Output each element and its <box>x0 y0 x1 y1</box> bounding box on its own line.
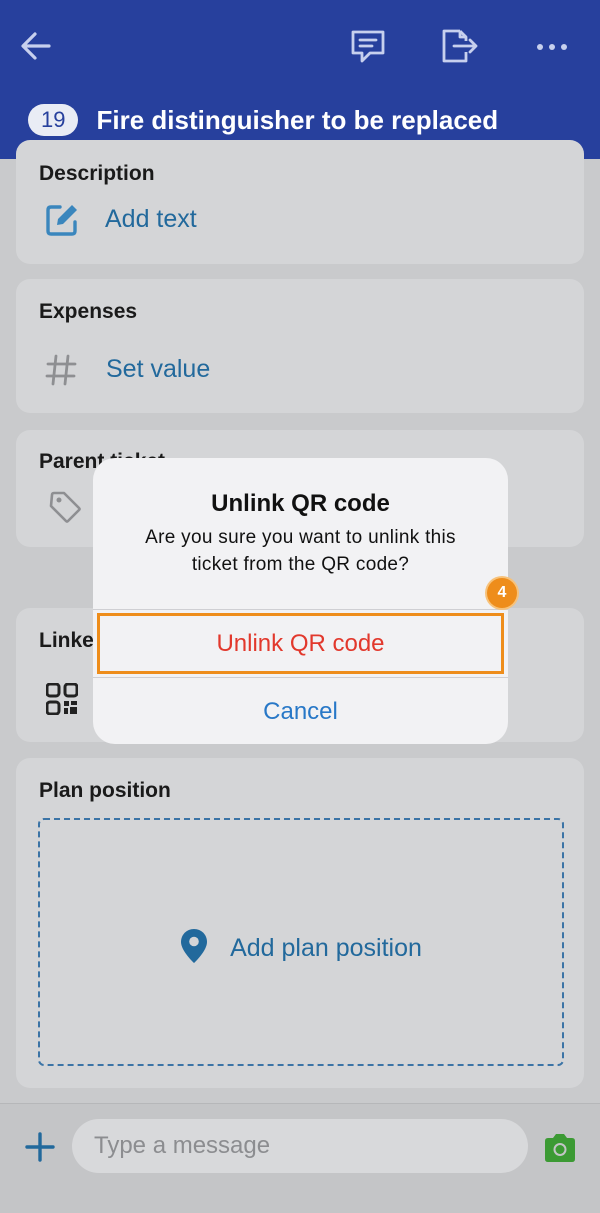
camera-icon[interactable] <box>542 1131 578 1165</box>
dialog-divider <box>93 609 508 610</box>
ticket-number-badge: 19 <box>28 104 79 136</box>
dialog-message: Are you sure you want to unlink this tic… <box>145 527 456 575</box>
cancel-button[interactable]: Cancel <box>93 682 508 742</box>
message-input[interactable] <box>72 1119 528 1173</box>
step-number-badge: 4 <box>487 578 517 608</box>
plus-icon[interactable] <box>24 1131 56 1163</box>
add-text-link[interactable]: Add text <box>105 205 197 234</box>
dialog-divider <box>93 677 508 678</box>
edit-icon <box>44 202 80 238</box>
location-pin-icon <box>180 928 208 969</box>
tag-icon[interactable] <box>48 490 82 524</box>
plan-position-card: Plan position Add plan position <box>16 758 584 1088</box>
add-plan-position-row[interactable]: Add plan position <box>40 928 562 969</box>
expenses-card: Expenses Set value <box>16 279 584 413</box>
unlink-qr-dialog: Unlink QR code Are you sure you want to … <box>93 458 517 744</box>
app-header: 19 Fire distinguisher to be replaced <box>0 0 600 159</box>
plan-position-dropzone[interactable]: Add plan position <box>38 818 564 1066</box>
add-plan-position-link[interactable]: Add plan position <box>230 934 422 963</box>
description-title: Description <box>39 162 155 185</box>
expenses-title: Expenses <box>39 300 138 323</box>
set-value-link[interactable]: Set value <box>106 355 210 384</box>
qr-code-icon <box>46 683 78 715</box>
step-highlight-frame <box>97 613 504 674</box>
back-arrow-icon[interactable] <box>16 26 56 66</box>
more-icon[interactable] <box>532 26 572 66</box>
export-icon[interactable] <box>438 26 478 66</box>
plan-position-title: Plan position <box>39 779 171 802</box>
hash-icon <box>44 353 78 387</box>
comment-icon[interactable] <box>348 26 388 66</box>
ticket-title[interactable]: Fire distinguisher to be replaced <box>96 105 498 136</box>
message-composer <box>0 1103 600 1213</box>
description-card: Description Add text <box>16 140 584 264</box>
ticket-title-row: 19 Fire distinguisher to be replaced <box>28 104 498 136</box>
dialog-title: Unlink QR code <box>211 490 390 517</box>
